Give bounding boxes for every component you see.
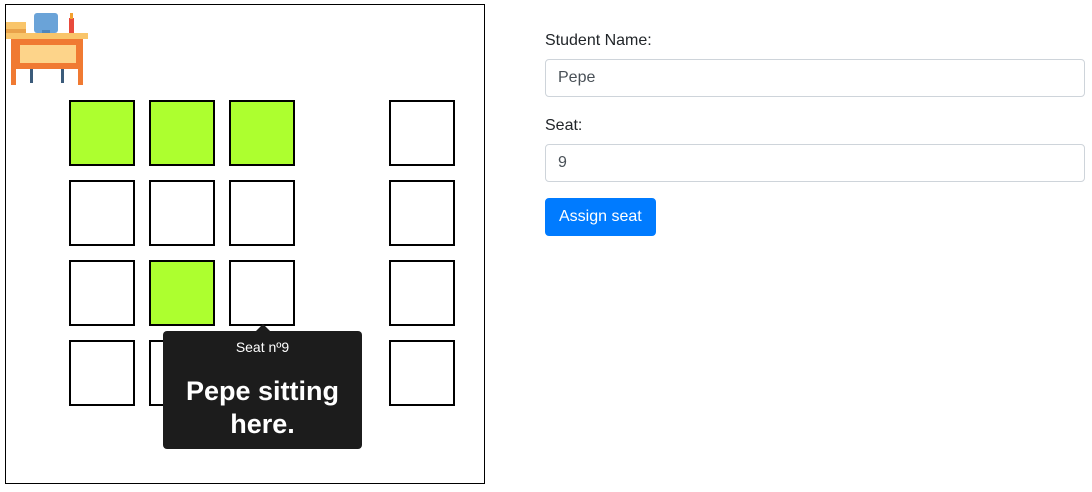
seat-16[interactable] [389,340,455,406]
classroom-map: Seat nº9 Pepe sitting here. [5,4,485,484]
seat-label: Seat: [545,117,583,134]
seat-12[interactable] [389,260,455,326]
seat-3[interactable] [229,100,295,166]
seat-6[interactable] [149,180,215,246]
tooltip-arrow [256,324,270,331]
seat-5[interactable] [69,180,135,246]
student-name-label: Student Name: [545,32,652,49]
seat-9[interactable] [69,260,135,326]
student-name-input[interactable] [545,59,1085,97]
seat-11[interactable] [229,260,295,326]
tooltip-title: Seat nº9 [235,339,290,355]
seat-4[interactable] [389,100,455,166]
tooltip-body: Pepe sitting here. [185,376,340,439]
seat-8[interactable] [389,180,455,246]
assign-seat-button[interactable]: Assign seat [545,198,656,236]
seat-13[interactable] [69,340,135,406]
seat-2[interactable] [149,100,215,166]
seat-tooltip: Seat nº9 Pepe sitting here. [163,324,362,449]
seat-input[interactable] [545,144,1085,182]
seat-7[interactable] [229,180,295,246]
assign-seat-form: Student Name: Seat: Assign seat [545,30,1085,236]
seat-1[interactable] [69,100,135,166]
seat-10[interactable] [149,260,215,326]
teacher-desk-icon [6,13,88,85]
